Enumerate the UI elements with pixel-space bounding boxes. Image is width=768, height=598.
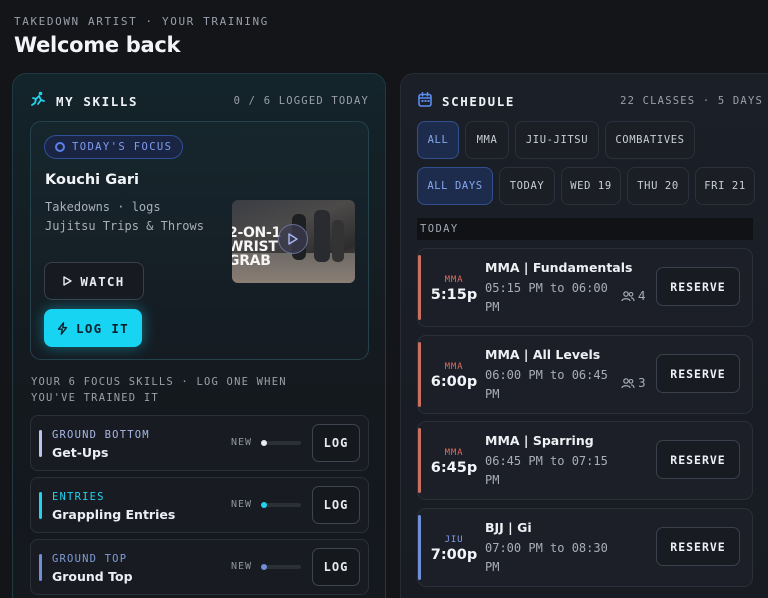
filter-all[interactable]: ALL — [417, 121, 459, 159]
class-discipline-tag: MMA — [444, 448, 464, 458]
log-it-label: LOG IT — [76, 320, 129, 336]
reserve-button[interactable]: RESERVE — [656, 354, 740, 393]
schedule-panel-header: SCHEDULE 22 CLASSES · 5 DAYS — [418, 91, 763, 111]
people-icon — [621, 377, 635, 388]
class-name: MMA | All Levels — [485, 347, 601, 362]
class-card: MMA 5:15p MMA | Fundamentals 05:15 PM to… — [417, 248, 753, 327]
target-icon — [55, 142, 65, 152]
category-bar — [39, 430, 42, 457]
skills-panel-header: MY SKILLS 0 / 6 LOGGED TODAY — [30, 91, 369, 111]
filter-today[interactable]: TODAY — [499, 167, 555, 205]
class-time-range: 05:15 PM to 06:00 PM — [485, 281, 608, 314]
skill-status: NEW — [231, 561, 253, 572]
log-skill-button[interactable]: LOG — [312, 548, 360, 586]
schedule-panel: SCHEDULE 22 CLASSES · 5 DAYS ALL MMA JIU… — [400, 73, 768, 598]
attendee-count: 4 — [621, 289, 646, 303]
class-name: MMA | Sparring — [485, 433, 594, 448]
class-start-time: 6:45p — [430, 460, 478, 476]
reserve-button[interactable]: RESERVE — [656, 267, 740, 306]
page-header: TAKEDOWN ARTIST · YOUR TRAINING Welcome … — [14, 15, 269, 57]
skill-progress-track — [261, 564, 301, 570]
filter-fri-21[interactable]: FRI 21 — [695, 167, 755, 205]
class-card: MMA 6:00p MMA | All Levels 06:00 PM to 0… — [417, 335, 753, 414]
schedule-summary: 22 CLASSES · 5 DAYS — [620, 95, 763, 107]
play-icon — [63, 276, 73, 286]
filter-thu-20[interactable]: THU 20 — [627, 167, 689, 205]
calendar-icon — [418, 91, 432, 111]
class-time-range: 06:45 PM to 07:15 PM — [485, 454, 608, 487]
reserve-button[interactable]: RESERVE — [656, 440, 740, 479]
skill-name: Grappling Entries — [52, 507, 176, 522]
page-eyebrow: TAKEDOWN ARTIST · YOUR TRAINING — [14, 15, 269, 28]
class-start-time: 5:15p — [430, 287, 478, 303]
attendee-count: 3 — [621, 376, 646, 390]
class-time-range: 07:00 PM to 08:30 PM — [485, 541, 608, 574]
athlete-icon — [30, 91, 46, 111]
watch-label: WATCH — [80, 273, 125, 289]
class-card: JIU 7:00p BJJ | Gi 07:00 PM to 08:30 PM … — [417, 508, 753, 587]
skill-status: NEW — [231, 437, 253, 448]
class-discipline-tag: JIU — [444, 535, 464, 545]
discipline-edge — [418, 428, 421, 493]
filter-jiu-jitsu[interactable]: JIU-JITSU — [515, 121, 599, 159]
schedule-panel-title: SCHEDULE — [442, 93, 516, 109]
class-name: MMA | Fundamentals — [485, 260, 633, 275]
focus-skill-description: Takedowns · logs Jujitsu Trips & Throws — [45, 200, 204, 233]
skill-name: Ground Top — [52, 569, 133, 584]
skill-progress-track — [261, 502, 301, 508]
skills-logged-count: 0 / 6 LOGGED TODAY — [233, 95, 369, 107]
class-start-time: 6:00p — [430, 374, 478, 390]
video-caption: 2-ON-1 WRIST GRAB — [232, 225, 281, 269]
skill-row-get-ups: GROUND BOTTOM Get-Ups NEW LOG — [30, 415, 369, 471]
filter-combatives[interactable]: COMBATIVES — [605, 121, 695, 159]
skill-category: GROUND TOP — [52, 553, 128, 565]
focus-skills-note: YOUR 6 FOCUS SKILLS · LOG ONE WHEN YOU'V… — [31, 376, 287, 404]
todays-focus-label: TODAY'S FOCUS — [72, 141, 173, 153]
class-card: MMA 6:45p MMA | Sparring 06:45 PM to 07:… — [417, 421, 753, 500]
skill-row-ground-top: GROUND TOP Ground Top NEW LOG — [30, 539, 369, 595]
day-filters: ALL DAYS TODAY WED 19 THU 20 FRI 21 — [417, 167, 755, 205]
skill-row-grappling-entries: ENTRIES Grappling Entries NEW LOG — [30, 477, 369, 533]
people-icon — [621, 290, 635, 301]
skill-category: ENTRIES — [52, 491, 105, 503]
skill-name: Get-Ups — [52, 445, 109, 460]
discipline-edge — [418, 342, 421, 407]
filter-mma[interactable]: MMA — [465, 121, 509, 159]
class-start-time: 7:00p — [430, 547, 478, 563]
category-bar — [39, 554, 42, 581]
filter-wed-19[interactable]: WED 19 — [561, 167, 621, 205]
skill-status: NEW — [231, 499, 253, 510]
reserve-button[interactable]: RESERVE — [656, 527, 740, 566]
class-name: BJJ | Gi — [485, 520, 532, 535]
filter-all-days[interactable]: ALL DAYS — [417, 167, 493, 205]
class-time-range: 06:00 PM to 06:45 PM — [485, 368, 608, 401]
play-icon[interactable] — [278, 224, 308, 254]
log-skill-button[interactable]: LOG — [312, 424, 360, 462]
skill-progress-track — [261, 440, 301, 446]
class-discipline-tag: MMA — [444, 362, 464, 372]
discipline-filters: ALL MMA JIU-JITSU COMBATIVES — [417, 121, 695, 159]
discipline-edge — [418, 255, 421, 320]
focus-card: TODAY'S FOCUS Kouchi Gari Takedowns · lo… — [30, 121, 369, 360]
class-discipline-tag: MMA — [444, 275, 464, 285]
page-title: Welcome back — [14, 33, 181, 57]
video-thumbnail[interactable]: 2-ON-1 WRIST GRAB — [232, 200, 355, 283]
watch-button[interactable]: WATCH — [44, 262, 144, 300]
day-section-label: TODAY — [417, 218, 753, 240]
log-skill-button[interactable]: LOG — [312, 486, 360, 524]
lightning-icon — [57, 321, 68, 335]
skills-panel-title: MY SKILLS — [56, 93, 139, 109]
category-bar — [39, 492, 42, 519]
focus-skill-name: Kouchi Gari — [45, 172, 140, 188]
todays-focus-chip: TODAY'S FOCUS — [44, 135, 184, 159]
skills-panel: MY SKILLS 0 / 6 LOGGED TODAY TODAY'S FOC… — [12, 73, 386, 598]
skill-category: GROUND BOTTOM — [52, 429, 150, 441]
discipline-edge — [418, 515, 421, 580]
log-it-button[interactable]: LOG IT — [44, 309, 142, 347]
